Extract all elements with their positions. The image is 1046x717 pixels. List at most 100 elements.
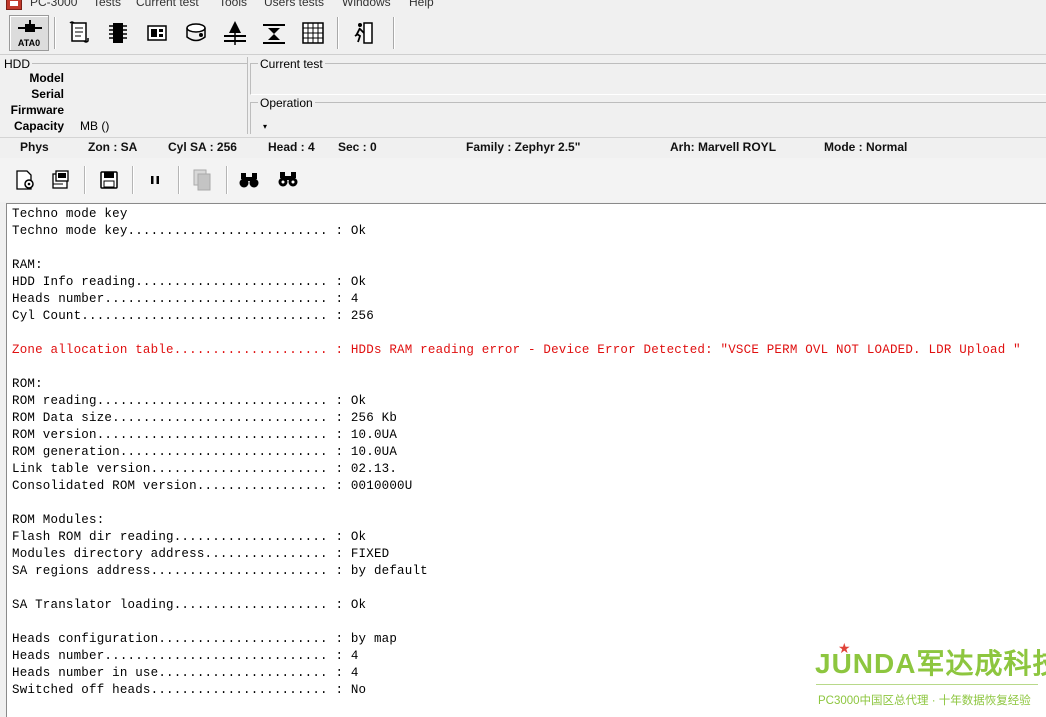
toolbar-separator (54, 17, 55, 49)
log-line: Flash ROM dir reading...................… (12, 530, 367, 544)
chip-icon (109, 23, 127, 43)
platter-tool-button[interactable] (256, 15, 292, 51)
log-line: Heads number in use.....................… (12, 666, 359, 680)
log-line: ROM version.............................… (12, 428, 398, 442)
heads-tool-button[interactable] (217, 15, 253, 51)
operation-panel (250, 102, 1046, 134)
firmware-label: Firmware (10, 103, 64, 117)
heads-icon (224, 21, 246, 45)
copy-icon (193, 169, 211, 191)
menu-users-tests[interactable]: Users tests (264, 0, 324, 9)
log-open-button[interactable] (47, 166, 75, 194)
log-line: Switched off heads......................… (12, 683, 367, 697)
toolbar-separator (393, 17, 394, 49)
log-line: ROM: (12, 377, 43, 391)
current-test-title: Current test (258, 57, 325, 71)
chip-tool-button[interactable] (100, 15, 136, 51)
log-settings-button[interactable] (11, 166, 39, 194)
menu-pc3000[interactable]: PC-3000 (30, 0, 77, 9)
menu-windows[interactable]: Windows (342, 0, 391, 9)
menu-help[interactable]: Help (409, 0, 434, 9)
grid-tool-button[interactable] (295, 15, 331, 51)
ata0-port-button[interactable]: ATA0 (9, 15, 49, 51)
page-gear-icon (16, 170, 34, 190)
menu-bar: PC-3000 Tests Current test Tools Users t… (0, 0, 1046, 12)
status-family: Family : Zephyr 2.5" (466, 140, 581, 154)
capacity-label: Capacity (13, 119, 64, 133)
log-toolbar-separator (178, 166, 179, 194)
hdd-info-panel: HDD Model Serial Firmware Capacity MB () (0, 57, 248, 134)
status-mode: Mode : Normal (824, 140, 908, 154)
log-line: ROM reading.............................… (12, 394, 367, 408)
pause-icon (151, 176, 159, 184)
log-toolbar-separator (132, 166, 133, 194)
log-save-button[interactable] (95, 166, 123, 194)
log-line: Heads number............................… (12, 292, 359, 306)
log-find-next-button[interactable] (274, 166, 302, 194)
status-phys: Phys (20, 140, 49, 154)
ata0-label: ATA0 (17, 38, 41, 48)
log-line: Heads configuration.....................… (12, 632, 398, 646)
main-toolbar: ATA0 (0, 13, 1046, 55)
log-line: Heads number............................… (12, 649, 359, 663)
operation-dropdown-arrow-icon[interactable]: ▾ (263, 122, 267, 131)
hdd-group-title: HDD (4, 57, 32, 71)
open-document-icon (52, 170, 69, 189)
scroll-tool-button[interactable] (61, 15, 97, 51)
grid-icon (302, 22, 324, 44)
exit-tool-button[interactable] (346, 15, 382, 51)
log-line: Techno mode key (12, 207, 128, 221)
menu-tools[interactable]: Tools (219, 0, 247, 9)
log-toolbar-separator (226, 166, 227, 194)
log-line: Cyl Count...............................… (12, 309, 374, 323)
log-line-error: Zone allocation table...................… (12, 343, 1021, 357)
log-line: SA Translator loading...................… (12, 598, 367, 612)
scroll-icon (69, 21, 89, 43)
binoculars-next-icon (278, 172, 298, 187)
log-line: Modules directory address...............… (12, 547, 390, 561)
board-icon (147, 25, 167, 41)
binoculars-icon (239, 173, 259, 188)
status-head: Head : 4 (268, 140, 315, 154)
status-arh: Arh: Marvell ROYL (670, 140, 777, 154)
log-line: ROM generation..........................… (12, 445, 398, 459)
hdd-tool-button[interactable] (178, 15, 214, 51)
menu-current-test[interactable]: Current test (136, 0, 199, 9)
star-icon: ★ (838, 640, 851, 656)
log-toolbar-separator (84, 166, 85, 194)
floppy-disk-icon (100, 171, 118, 189)
menu-tests[interactable]: Tests (93, 0, 121, 9)
log-line: ROM Data size...........................… (12, 411, 398, 425)
log-line: HDD Info reading........................… (12, 275, 367, 289)
watermark-divider (816, 684, 1038, 685)
drive-status-bar: Phys Zon : SA Cyl SA : 256 Head : 4 Sec … (0, 137, 1046, 157)
log-copy-button[interactable] (188, 166, 216, 194)
log-line: SA regions address......................… (12, 564, 428, 578)
capacity-value: MB () (80, 119, 110, 133)
status-sec: Sec : 0 (338, 140, 377, 154)
hdd-capacity-row: Capacity MB () (0, 119, 240, 135)
log-line: RAM: (12, 258, 43, 272)
operation-title: Operation (258, 96, 315, 110)
bios-tool-button[interactable] (139, 15, 175, 51)
log-line: Consolidated ROM version................… (12, 479, 413, 493)
current-test-panel (250, 63, 1046, 95)
status-zone: Zon : SA (88, 140, 138, 154)
disk-icon (186, 23, 206, 42)
hdd-serial-row: Serial (0, 87, 240, 103)
log-line: Link table version......................… (12, 462, 398, 476)
log-line: Techno mode key.........................… (12, 224, 367, 238)
hdd-firmware-row: Firmware (0, 103, 240, 119)
log-find-button[interactable] (235, 166, 263, 194)
port-icon (18, 20, 42, 32)
log-line: ROM Modules: (12, 513, 105, 527)
hdd-model-row: Model (0, 71, 240, 87)
platter-icon (263, 24, 285, 44)
log-toolbar (0, 158, 1046, 202)
log-pause-button[interactable] (141, 166, 169, 194)
status-cyl: Cyl SA : 256 (168, 140, 237, 154)
watermark-tagline: PC3000中国区总代理 · 十年数据恢复经验 (818, 695, 1031, 707)
serial-label: Serial (31, 87, 64, 101)
exit-icon (354, 22, 373, 44)
junda-watermark: JUNDA军达成科技 ★ PC3000中国区总代理 · 十年数据恢复经验 (810, 640, 1046, 712)
